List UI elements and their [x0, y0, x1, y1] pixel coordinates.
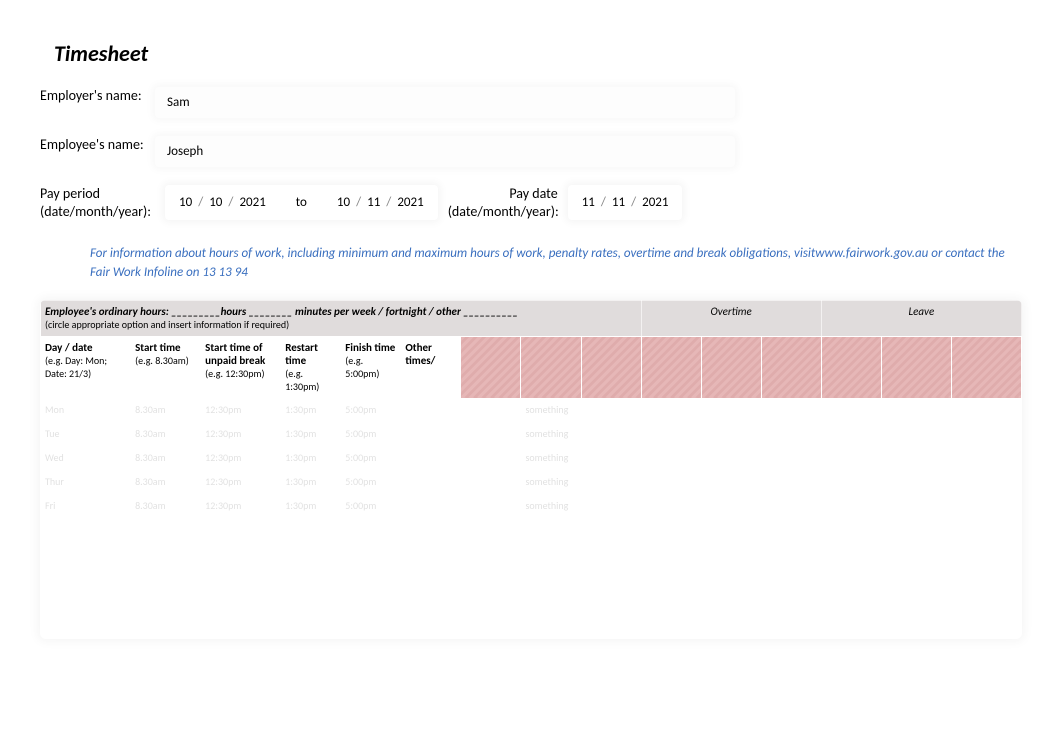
to-month: 11	[367, 195, 380, 210]
table-row: Wed8.30am12:30pm1:30pm5:00pmsomething	[41, 446, 1022, 470]
table-row	[41, 518, 1022, 542]
period-from[interactable]: 10 / 10 / 2021	[179, 195, 266, 210]
col-leave-2	[881, 336, 951, 398]
from-year: 2021	[239, 195, 265, 210]
col-leave-3	[951, 336, 1021, 398]
sep: /	[198, 195, 203, 210]
period-row: Pay period (date/month/year): 10 / 10 / …	[40, 185, 1022, 221]
employee-label: Employee's name:	[40, 136, 155, 154]
table-header-row-1: Employee's ordinary hours: _________hour…	[41, 300, 1022, 336]
col-break-start: Start time of unpaid break(e.g. 12:30pm)	[201, 336, 281, 398]
info-text-3: Fair Work Infoline on 13 13 94	[90, 265, 248, 280]
col-blank	[581, 336, 641, 398]
period-to[interactable]: 10 / 11 / 2021	[337, 195, 424, 210]
from-month: 10	[209, 195, 222, 210]
pay-date-box[interactable]: 11 / 11 / 2021	[568, 185, 683, 220]
sep: /	[228, 195, 233, 210]
paydate-day: 11	[582, 195, 595, 210]
col-other: Other times/	[401, 336, 461, 398]
fairwork-link[interactable]: www.fairwork.gov.au	[815, 246, 928, 261]
pay-period-box: 10 / 10 / 2021 to 10 / 11 / 2021	[165, 185, 438, 220]
col-blank	[521, 336, 581, 398]
ordinary-hours-header: Employee's ordinary hours: _________hour…	[41, 300, 642, 336]
employee-input[interactable]: Joseph	[155, 136, 735, 167]
table-row: Fri8.30am12:30pm1:30pm5:00pmsomething	[41, 494, 1022, 518]
col-finish: Finish time(e.g. 5:00pm)	[341, 336, 401, 398]
table-body: Mon8.30am12:30pm1:30pm5:00pmsomething Tu…	[41, 398, 1022, 638]
page-title: Timesheet	[54, 40, 1022, 67]
info-box: For information about hours of work, inc…	[90, 239, 1022, 287]
col-leave-1	[821, 336, 881, 398]
table-row	[41, 614, 1022, 638]
sep: /	[386, 195, 391, 210]
pay-date-label: Pay date (date/month/year):	[448, 185, 558, 221]
employee-row: Employee's name: Joseph	[40, 136, 1022, 167]
to-year: 2021	[397, 195, 423, 210]
table-row: Tue8.30am12:30pm1:30pm5:00pmsomething	[41, 422, 1022, 446]
to-day: 10	[337, 195, 350, 210]
pay-period-label: Pay period (date/month/year):	[40, 185, 155, 221]
timesheet-table: Employee's ordinary hours: _________hour…	[40, 300, 1022, 639]
col-overtime-3	[761, 336, 821, 398]
table-header-row-2: Day / date(e.g. Day: Mon; Date: 21/3) St…	[41, 336, 1022, 398]
overtime-header: Overtime	[641, 300, 821, 336]
table-row	[41, 566, 1022, 590]
paydate-year: 2021	[642, 195, 668, 210]
col-overtime-1	[641, 336, 701, 398]
paydate-month: 11	[612, 195, 625, 210]
employer-label: Employer's name:	[40, 87, 155, 105]
sep: /	[356, 195, 361, 210]
table-row: Mon8.30am12:30pm1:30pm5:00pmsomething	[41, 398, 1022, 422]
table-row	[41, 542, 1022, 566]
employer-row: Employer's name: Sam	[40, 87, 1022, 118]
table-row: Thur8.30am12:30pm1:30pm5:00pmsomething	[41, 470, 1022, 494]
to-label: to	[296, 195, 307, 210]
sep: /	[601, 195, 606, 210]
leave-header: Leave	[821, 300, 1021, 336]
col-blank	[461, 336, 521, 398]
employer-input[interactable]: Sam	[155, 87, 735, 118]
from-day: 10	[179, 195, 192, 210]
col-restart: Restart time(e.g. 1:30pm)	[281, 336, 341, 398]
info-text-2: or contact the	[928, 246, 1004, 261]
col-start: Start time(e.g. 8.30am)	[131, 336, 201, 398]
table-row	[41, 590, 1022, 614]
sep: /	[631, 195, 636, 210]
col-overtime-2	[701, 336, 761, 398]
info-text-1: For information about hours of work, inc…	[90, 246, 815, 261]
col-day-date: Day / date(e.g. Day: Mon; Date: 21/3)	[41, 336, 131, 398]
timesheet-table-wrap: Employee's ordinary hours: _________hour…	[40, 300, 1022, 639]
